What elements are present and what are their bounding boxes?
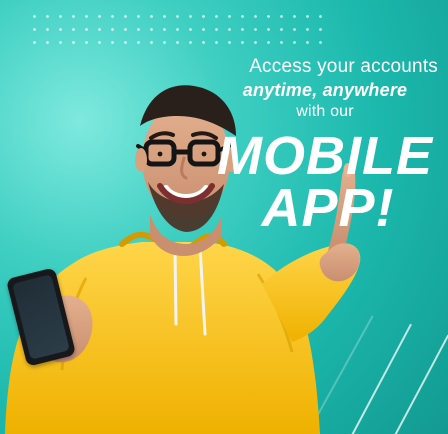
decorative-line [391,334,448,434]
phone-device [5,267,77,367]
headline-line-3: with our [296,103,354,120]
banner-text: Access your accounts anytime, anywhere w… [208,56,438,236]
mobile-phone-icon [12,274,70,360]
headline-line-4: MOBILE [217,126,433,186]
headline-line-1: Access your accounts [249,56,438,77]
mobile-app-banner: Access your accounts anytime, anywhere w… [0,0,448,434]
headline-line-5: APP! [261,178,395,238]
dot-pattern [28,10,328,50]
headline-line-2: anytime, anywhere [242,80,408,100]
